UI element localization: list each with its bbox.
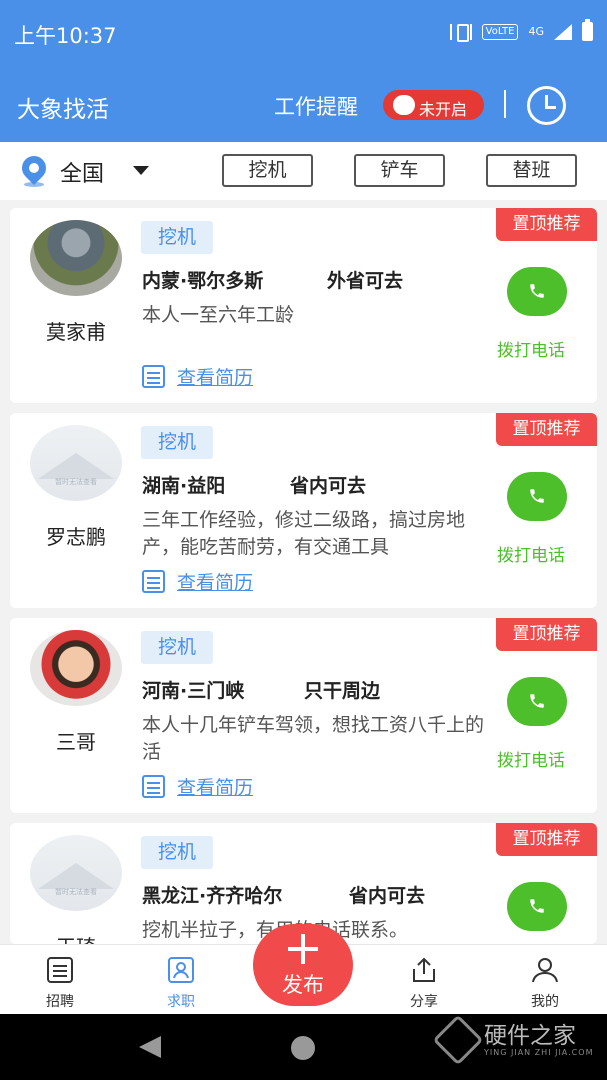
view-resume-link[interactable]: 查看简历 [142, 568, 253, 595]
job-tag: 挖机 [141, 426, 213, 459]
top-recommend-badge: 置顶推荐 [496, 413, 597, 446]
worker-name: 莫家甫 [46, 320, 106, 344]
status-bar: 上午10:37 VoLTE 4G [0, 0, 607, 66]
worker-card[interactable]: 三哥 挖机 河南·三门峡 只干周边 本人十几年铲车驾领，想找工资八千上的活 查看… [10, 618, 597, 813]
top-recommend-badge: 置顶推荐 [496, 823, 597, 856]
filter-button-excavator[interactable]: 挖机 [222, 154, 313, 187]
tab-mine[interactable]: 我的 [505, 945, 585, 1015]
work-scope: 只干周边 [304, 680, 381, 702]
header-divider [504, 90, 506, 118]
worker-description: 本人一至六年工龄 [142, 304, 295, 326]
view-resume-label: 查看简历 [177, 572, 254, 594]
battery-icon [582, 19, 593, 41]
toggle-knob [393, 95, 415, 115]
caret-down-icon[interactable] [133, 166, 149, 175]
watermark-logo-icon [432, 1014, 484, 1066]
view-resume-label: 查看简历 [177, 367, 254, 389]
app-title: 大象找活 [17, 97, 109, 123]
call-button[interactable] [507, 677, 567, 726]
person-icon [532, 958, 558, 983]
worker-name: 三哥 [56, 730, 96, 754]
document-icon [142, 570, 165, 593]
tab-label: 招聘 [46, 994, 74, 1010]
worker-description: 本人十几年铲车驾领，想找工资八千上的活 [142, 714, 485, 763]
phone-icon [530, 694, 544, 708]
worker-location: 湖南·益阳 [142, 475, 226, 497]
worker-location: 河南·三门峡 [142, 680, 245, 702]
tab-recruit[interactable]: 招聘 [20, 945, 100, 1015]
signal-icon [554, 23, 572, 40]
publish-button[interactable]: 发布 [253, 924, 353, 1006]
top-recommend-badge: 置顶推荐 [496, 618, 597, 651]
avatar-placeholder-text: 暂时无法查看 [55, 478, 97, 486]
avatar [30, 630, 122, 706]
mountain-icon [38, 453, 114, 479]
phone-icon [530, 284, 544, 298]
avatar-placeholder: 暂时无法查看 [30, 425, 122, 501]
back-icon[interactable] [139, 1036, 161, 1058]
share-icon [413, 957, 435, 982]
job-tag: 挖机 [141, 631, 213, 664]
work-scope: 省内可去 [290, 475, 367, 497]
top-recommend-badge: 置顶推荐 [496, 208, 597, 241]
worker-location: 黑龙江·齐齐哈尔 [142, 885, 283, 907]
tab-share[interactable]: 分享 [384, 945, 464, 1015]
work-remind-label: 工作提醒 [274, 95, 358, 119]
call-button[interactable] [507, 472, 567, 521]
view-resume-link[interactable]: 查看简历 [142, 773, 253, 800]
pin-shadow [24, 182, 44, 187]
call-button[interactable] [507, 267, 567, 316]
job-tag: 挖机 [141, 836, 213, 869]
tab-label: 我的 [531, 994, 559, 1010]
work-scope: 省内可去 [349, 885, 426, 907]
status-time: 上午10:37 [14, 24, 117, 48]
home-icon[interactable] [291, 1036, 315, 1060]
status-icons: VoLTE 4G [449, 19, 593, 42]
list-icon [47, 957, 73, 983]
region-selector[interactable]: 全国 [60, 156, 104, 188]
work-scope: 外省可去 [327, 270, 404, 292]
user-card-icon [168, 957, 194, 983]
tab-job-seek[interactable]: 求职 [141, 945, 221, 1015]
volte-indicator: VoLTE [481, 23, 519, 40]
avatar [30, 220, 122, 296]
vibrate-icon [449, 23, 472, 42]
tab-label: 求职 [167, 994, 195, 1010]
network-gen: 4G [528, 25, 544, 38]
view-resume-link[interactable]: 查看简历 [142, 363, 253, 390]
worker-description: 三年工作经验，修过二级路，搞过房地产，能吃苦耐劳，有交通工具 [142, 509, 466, 558]
document-icon [142, 775, 165, 798]
filter-button-loader[interactable]: 铲车 [354, 154, 445, 187]
mountain-icon [38, 863, 114, 889]
work-remind-toggle[interactable]: 未开启 [383, 90, 484, 120]
call-label[interactable]: 拨打电话 [497, 746, 565, 771]
call-label[interactable]: 拨打电话 [497, 541, 565, 566]
plus-icon [288, 934, 318, 964]
worker-card[interactable]: 莫家甫 挖机 内蒙·鄂尔多斯 外省可去 本人一至六年工龄 查看简历 置顶推荐 拨… [10, 208, 597, 403]
phone-icon [530, 489, 544, 503]
call-label[interactable]: 拨打电话 [497, 336, 565, 361]
clock-icon[interactable] [527, 86, 566, 125]
app-header: 大象找活 工作提醒 未开启 [0, 66, 607, 142]
publish-label: 发布 [282, 973, 324, 997]
avatar-placeholder-text: 暂时无法查看 [55, 888, 97, 896]
filter-bar: 全国 挖机 铲车 替班 [0, 142, 607, 200]
watermark-subtext: YING JIAN ZHI JIA.COM [484, 1048, 594, 1057]
worker-card[interactable]: 暂时无法查看 罗志鹏 挖机 湖南·益阳 省内可去 三年工作经验，修过二级路，搞过… [10, 413, 597, 608]
worker-name: 天琦 [10, 931, 142, 944]
phone-icon [530, 899, 544, 913]
tab-label: 分享 [410, 994, 438, 1010]
avatar-placeholder: 暂时无法查看 [30, 835, 122, 911]
toggle-label: 未开启 [419, 100, 468, 119]
worker-name: 罗志鹏 [46, 525, 106, 549]
job-tag: 挖机 [141, 221, 213, 254]
view-resume-label: 查看简历 [177, 777, 254, 799]
call-button[interactable] [507, 882, 567, 931]
document-icon [142, 365, 165, 388]
location-pin-icon[interactable] [17, 151, 51, 185]
watermark-text: 硬件之家 [484, 1023, 576, 1049]
worker-location: 内蒙·鄂尔多斯 [142, 270, 264, 292]
system-nav-bar: 硬件之家 YING JIAN ZHI JIA.COM [0, 1014, 607, 1080]
filter-button-substitute[interactable]: 替班 [486, 154, 577, 187]
